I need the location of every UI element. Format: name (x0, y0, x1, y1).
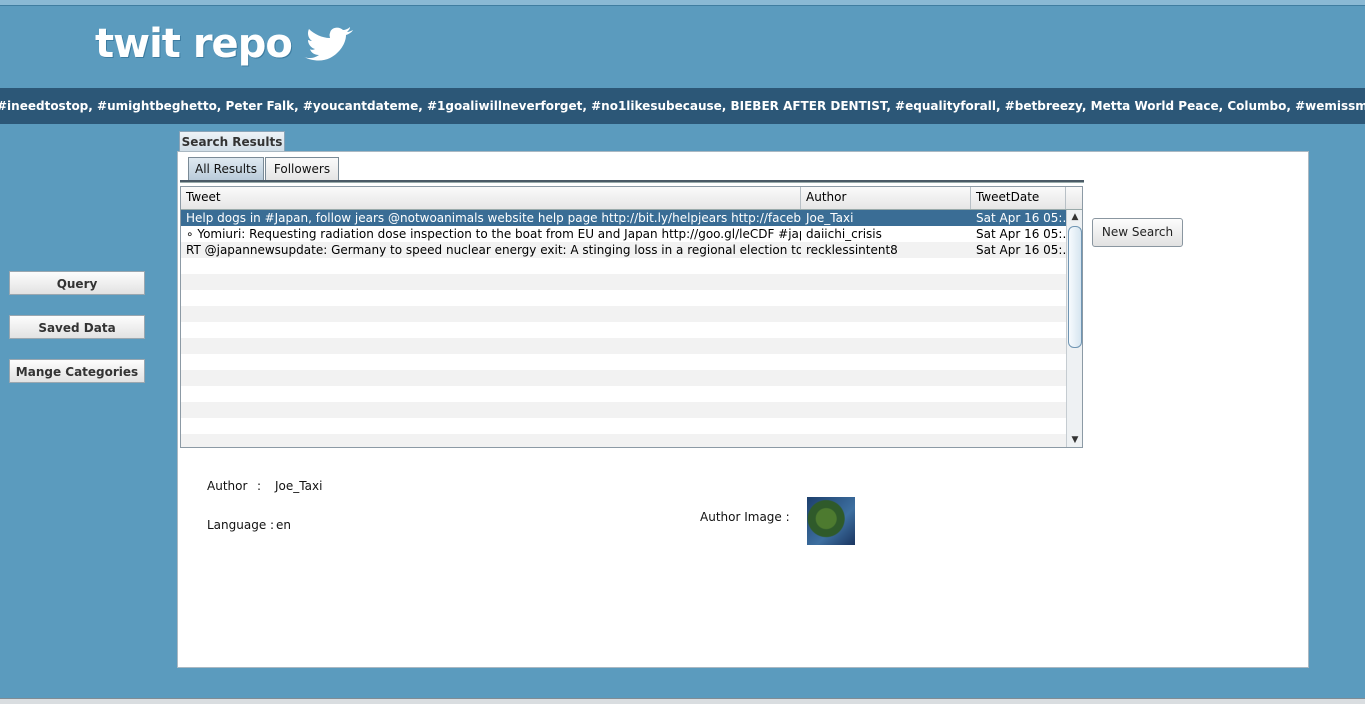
tweet-cell: RT @japannewsupdate: Germany to speed nu… (186, 243, 801, 257)
table-vertical-scrollbar[interactable]: ▲ ▼ (1066, 210, 1082, 447)
column-header-tweetdate[interactable]: TweetDate (971, 187, 1066, 209)
column-header-author[interactable]: Author (801, 187, 971, 209)
twitter-bird-icon (303, 27, 353, 61)
table-row[interactable]: ∘ Yomiuri: Requesting radiation dose ins… (181, 226, 1066, 242)
empty-row (181, 402, 1066, 418)
table-header-corner (1066, 187, 1082, 209)
author-value: Joe_Taxi (275, 479, 323, 493)
author-label: Author (207, 479, 248, 493)
query-button[interactable]: Query (9, 271, 145, 295)
language-value: en (276, 518, 291, 532)
empty-row (181, 274, 1066, 290)
empty-row (181, 370, 1066, 386)
date-cell: Sat Apr 16 05:... (976, 243, 1066, 257)
column-header-tweet[interactable]: Tweet (181, 187, 801, 209)
author-cell: recklessintent8 (806, 243, 898, 257)
top-border (0, 0, 1365, 6)
tweet-cell: Help dogs in #Japan, follow jears @notwo… (186, 211, 801, 225)
tab-search-results[interactable]: Search Results (179, 131, 285, 152)
language-label: Language : (207, 518, 275, 532)
tab-all-results[interactable]: All Results (188, 157, 264, 181)
empty-row (181, 338, 1066, 354)
author-cell: daiichi_crisis (806, 227, 882, 241)
app-logo: twit repo (95, 14, 356, 74)
date-cell: Sat Apr 16 05:... (976, 227, 1066, 241)
empty-row (181, 322, 1066, 338)
empty-row (181, 290, 1066, 306)
manage-categories-button[interactable]: Mange Categories (9, 359, 145, 383)
author-separator: : (257, 479, 262, 493)
scroll-up-icon[interactable]: ▲ (1067, 210, 1082, 224)
empty-row (181, 354, 1066, 370)
table-row[interactable]: RT @japannewsupdate: Germany to speed nu… (181, 242, 1066, 258)
bottom-taskbar-edge (0, 698, 1365, 704)
table-header: Tweet Author TweetDate (181, 187, 1082, 210)
table-body: Help dogs in #Japan, follow jears @notwo… (181, 210, 1066, 447)
empty-row (181, 386, 1066, 402)
empty-row (181, 306, 1066, 322)
tweet-cell: ∘ Yomiuri: Requesting radiation dose ins… (186, 227, 801, 241)
empty-row (181, 434, 1066, 447)
results-table: Tweet Author TweetDate Help dogs in #Jap… (180, 186, 1083, 448)
empty-row (181, 418, 1066, 434)
author-image-label: Author Image : (700, 510, 790, 524)
table-row[interactable]: Help dogs in #Japan, follow jears @notwo… (181, 210, 1066, 226)
author-avatar (807, 497, 855, 545)
empty-row (181, 258, 1066, 274)
trending-topics-ticker: #ineedtostop, #umightbeghetto, Peter Fal… (0, 88, 1365, 124)
date-cell: Sat Apr 16 05:... (976, 211, 1066, 225)
new-search-button[interactable]: New Search (1092, 218, 1183, 247)
saved-data-button[interactable]: Saved Data (9, 315, 145, 339)
tab-followers[interactable]: Followers (265, 157, 339, 181)
scrollbar-thumb[interactable] (1068, 226, 1082, 348)
author-cell: Joe_Taxi (806, 211, 854, 225)
trending-topics-text: #ineedtostop, #umightbeghetto, Peter Fal… (0, 99, 1365, 113)
scroll-down-icon[interactable]: ▼ (1067, 433, 1082, 447)
logo-text: twit repo (95, 21, 293, 67)
tab-divider (180, 180, 1084, 183)
